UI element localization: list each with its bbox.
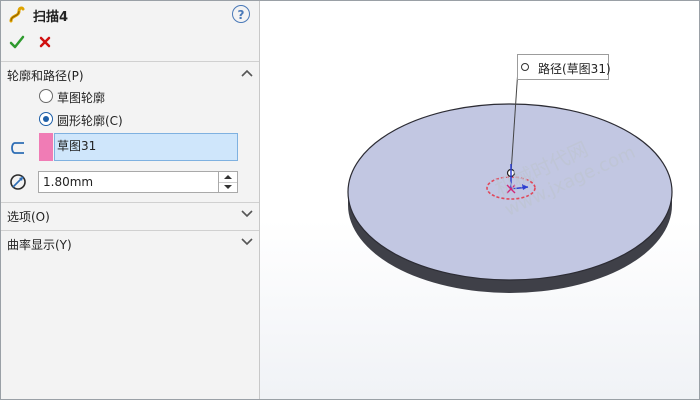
ok-check-icon[interactable] — [9, 34, 25, 50]
divider — [1, 202, 259, 203]
spin-up-icon[interactable] — [219, 172, 237, 182]
radio-circular-profile[interactable] — [39, 112, 53, 126]
divider — [1, 230, 259, 231]
path-selection-icon — [11, 142, 24, 154]
chevron-up-icon[interactable] — [241, 69, 253, 77]
profile-color-swatch — [39, 133, 53, 161]
help-icon[interactable]: ? — [232, 5, 250, 23]
diameter-icon — [10, 174, 26, 190]
sweep-feature-icon — [9, 6, 25, 23]
graphics-viewport[interactable] — [260, 1, 699, 399]
radio-circular-profile-label: 圆形轮廓(C) — [57, 114, 123, 128]
callout-handle-icon[interactable] — [521, 63, 529, 71]
spin-down-icon[interactable] — [219, 182, 237, 193]
path-selection-item[interactable]: 草图31 — [57, 139, 96, 153]
property-manager: 扫描4 ? 轮廓和路径(P) 草图轮廓 圆形轮廓(C) 草图31 1.80mm … — [1, 1, 260, 399]
path-selection-box[interactable]: 草图31 — [54, 133, 238, 161]
section-options-label: 选项(O) — [7, 210, 50, 224]
feature-title: 扫描4 — [33, 10, 69, 25]
section-curvature-label: 曲率显示(Y) — [7, 238, 72, 252]
title-row: 扫描4 ? — [1, 1, 259, 29]
section-profile-path-label: 轮廓和路径(P) — [7, 69, 84, 83]
section-options-header[interactable]: 选项(O) — [1, 204, 259, 226]
section-curvature-header[interactable]: 曲率显示(Y) — [1, 232, 259, 254]
diameter-value[interactable]: 1.80mm — [43, 175, 93, 189]
path-callout[interactable]: 路径(草图31) — [517, 54, 611, 80]
divider — [1, 61, 259, 62]
model-view[interactable] — [260, 1, 699, 399]
radio-sketch-profile-label: 草图轮廓 — [57, 91, 106, 105]
radio-sketch-profile[interactable] — [39, 89, 53, 103]
callout-label: 路径(草图31) — [538, 62, 611, 76]
chevron-down-icon[interactable] — [241, 210, 253, 218]
cancel-x-icon[interactable] — [37, 34, 53, 50]
diameter-spinner[interactable] — [218, 172, 237, 192]
chevron-down-icon[interactable] — [241, 238, 253, 246]
diameter-field[interactable]: 1.80mm — [38, 171, 238, 193]
section-profile-path-header[interactable]: 轮廓和路径(P) — [1, 63, 259, 85]
sweep-window: 扫描4 ? 轮廓和路径(P) 草图轮廓 圆形轮廓(C) 草图31 1.80mm … — [0, 0, 700, 400]
